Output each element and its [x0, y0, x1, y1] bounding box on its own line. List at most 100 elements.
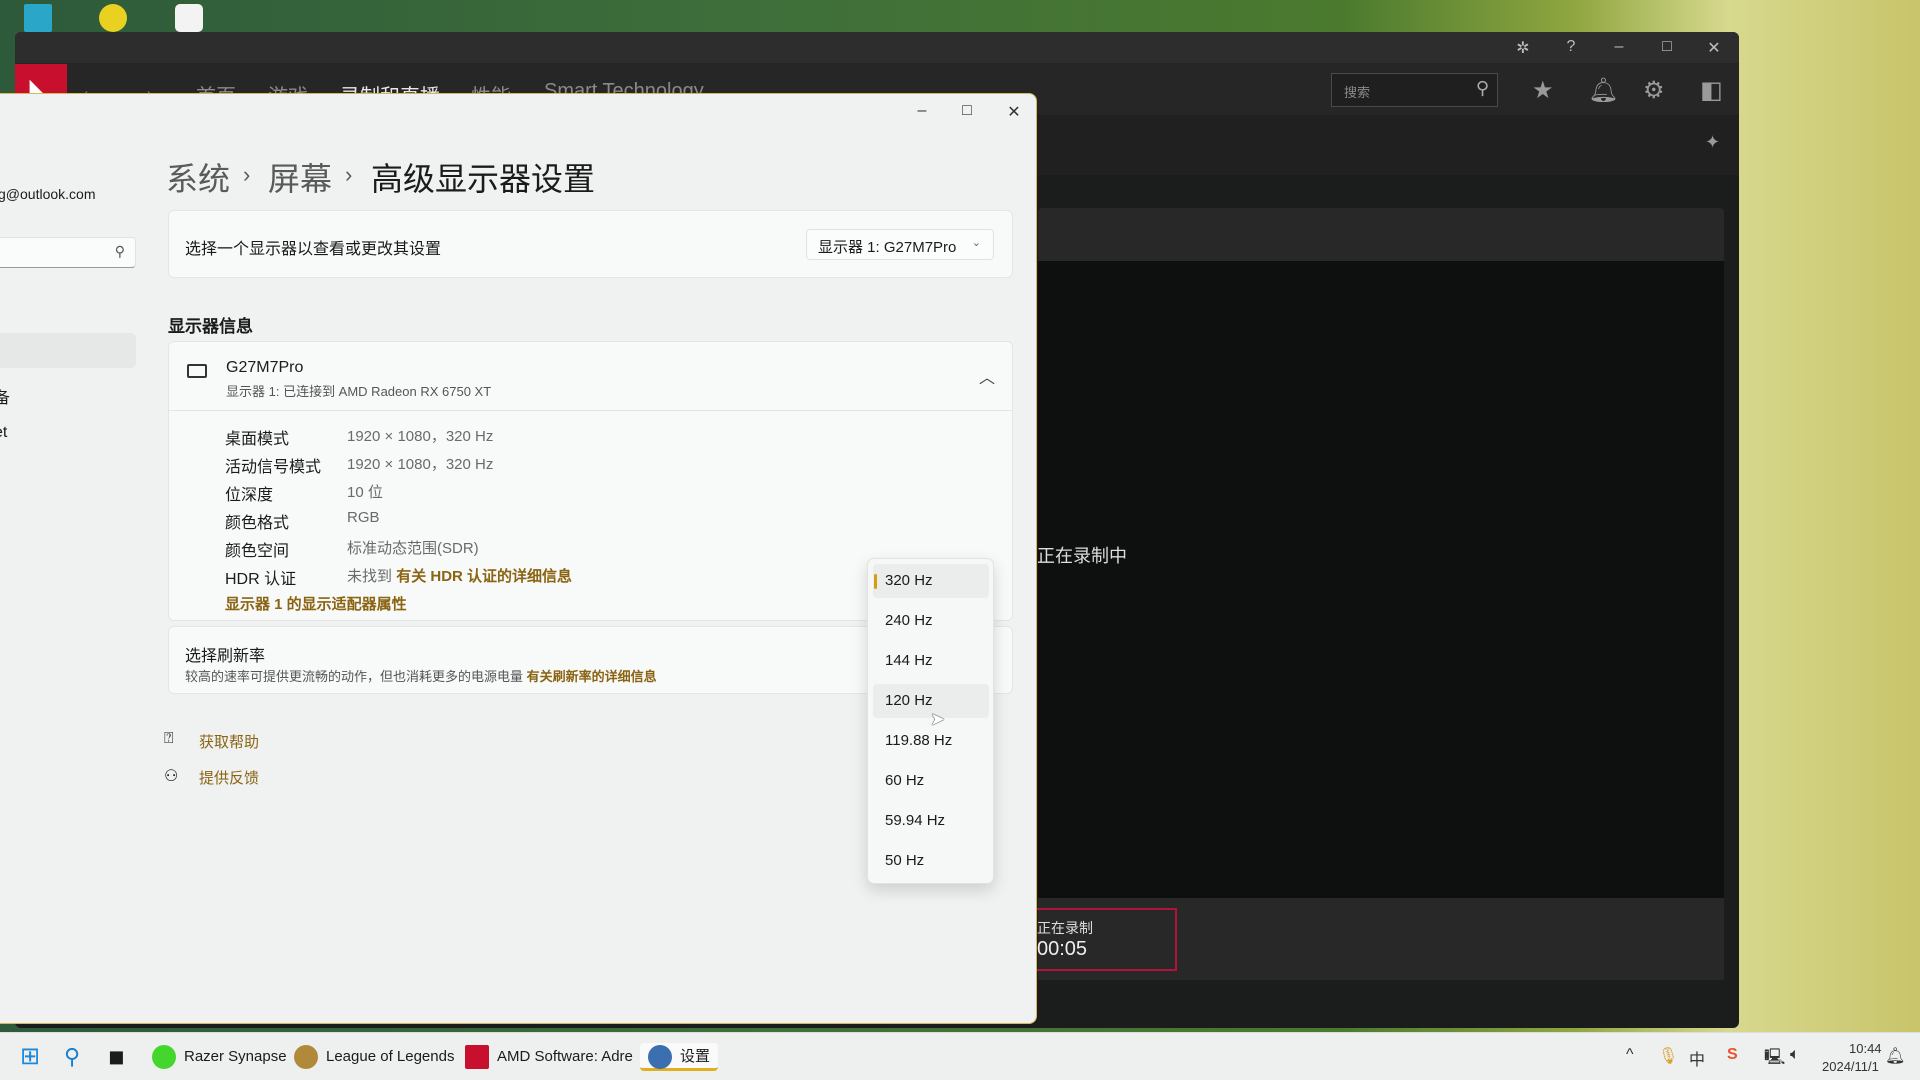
app-label: AMD Software: Adre: [497, 1048, 633, 1065]
refresh-rate-desc-text: 较高的速率可提供更流畅的动作，但也消耗更多的电源电量: [185, 669, 524, 684]
refresh-option[interactable]: 50 Hz: [873, 844, 989, 878]
help-icon[interactable]: ?: [1560, 38, 1582, 56]
breadcrumb-system[interactable]: 系统: [166, 154, 230, 200]
network-icon[interactable]: 🖳: [1764, 1046, 1785, 1073]
refresh-rate-details-link[interactable]: 有关刷新率的详细信息: [527, 669, 657, 684]
league-icon: [294, 1045, 318, 1070]
feedback-link[interactable]: 提供反馈: [199, 767, 259, 788]
pin-icon[interactable]: ✦: [1705, 132, 1720, 153]
info-value: 标准动态范围(SDR): [347, 540, 479, 557]
recording-label: 正在录制: [1037, 920, 1093, 936]
feedback-icon: ⚇: [164, 768, 179, 785]
settings-gear-icon: [648, 1045, 672, 1070]
volume-icon[interactable]: 🔈︎: [1790, 1046, 1800, 1064]
close-icon[interactable]: ✕: [1703, 38, 1725, 58]
chevron-up-icon[interactable]: ︿: [979, 364, 995, 388]
maximize-icon[interactable]: □: [1656, 38, 1678, 56]
recording-status: 正在录制中: [1037, 546, 1127, 566]
account-email: g@outlook.com: [0, 186, 96, 202]
info-value: 1920 × 1080，320 Hz: [347, 428, 494, 445]
clock-time[interactable]: 10:44: [1849, 1041, 1882, 1056]
info-label: 位深度: [225, 487, 274, 504]
app-label: 设置: [680, 1048, 711, 1065]
recording-time: 00:05: [1037, 938, 1088, 960]
close-icon[interactable]: ✕: [999, 102, 1029, 122]
app-label: Razer Synapse: [184, 1048, 287, 1065]
preview-header: [1038, 208, 1724, 261]
refresh-rate-title: 选择刷新率: [185, 648, 266, 665]
taskbar-app-lol[interactable]: League of Legends: [294, 1043, 454, 1071]
info-value: RGB: [347, 509, 380, 526]
search-placeholder: 搜索: [1344, 85, 1371, 100]
section-heading: 显示器信息: [168, 317, 253, 336]
amd-search-input[interactable]: 搜索 ⚲: [1331, 73, 1498, 107]
info-value: 10 位: [347, 484, 383, 501]
monitor-name: G27M7Pro: [226, 359, 304, 376]
adapter-properties-link[interactable]: 显示器 1 的显示适配器属性: [225, 593, 407, 614]
mouse-cursor-icon: ➤: [930, 709, 946, 729]
refresh-option[interactable]: 60 Hz: [873, 764, 989, 798]
info-value: 未找到 有关 HDR 认证的详细信息: [347, 565, 572, 586]
recording-preview: [1038, 261, 1724, 898]
get-help-link[interactable]: 获取帮助: [199, 731, 259, 752]
maximize-icon[interactable]: □: [952, 102, 982, 120]
monitor-icon: [187, 364, 207, 378]
sidebar-item-selected[interactable]: [0, 333, 136, 368]
taskbar-app-amd[interactable]: AMD Software: Adre: [465, 1043, 633, 1071]
razer-icon: [152, 1045, 176, 1070]
clock-date[interactable]: 2024/11/1: [1822, 1059, 1879, 1074]
desktop-icon-360[interactable]: [99, 4, 127, 32]
gear-icon[interactable]: ⚙: [1643, 76, 1665, 105]
sidebar-item[interactable]: et: [0, 424, 7, 442]
ime-indicator[interactable]: 中: [1689, 1046, 1705, 1070]
taskbar-app-settings[interactable]: 设置: [640, 1043, 719, 1071]
refresh-option[interactable]: 320 Hz: [873, 564, 989, 598]
start-icon[interactable]: ⊞: [20, 1043, 40, 1071]
refresh-option[interactable]: 240 Hz: [873, 604, 989, 638]
sogou-icon[interactable]: S: [1727, 1046, 1738, 1064]
bell-icon[interactable]: 🔔︎: [1588, 76, 1618, 105]
panel-icon[interactable]: ◧: [1700, 76, 1723, 105]
refresh-option[interactable]: 144 Hz: [873, 644, 989, 678]
hdr-details-link[interactable]: 有关 HDR 认证的详细信息: [396, 568, 572, 585]
hdr-status: 未找到: [347, 568, 393, 585]
minimize-icon[interactable]: –: [907, 102, 937, 120]
refresh-option[interactable]: 59.94 Hz: [873, 804, 989, 838]
breadcrumb-separator: ›: [243, 162, 251, 187]
info-label: HDR 认证: [225, 571, 297, 588]
info-label: 活动信号模式: [225, 459, 322, 476]
info-label: 颜色空间: [225, 543, 290, 560]
info-value: 1920 × 1080，320 Hz: [347, 456, 494, 473]
amd-titlebar: ✲ ? – □ ✕: [15, 32, 1739, 63]
breadcrumb-separator: ›: [345, 162, 353, 187]
select-display-label: 选择一个显示器以查看或更改其设置: [185, 241, 442, 258]
amd-icon: [465, 1045, 489, 1070]
help-icon: ⍰: [164, 730, 174, 747]
page-title: 高级显示器设置: [371, 161, 596, 197]
chevron-up-icon[interactable]: ^: [1626, 1046, 1634, 1064]
info-label: 颜色格式: [225, 515, 290, 532]
app-label: League of Legends: [326, 1048, 455, 1065]
search-icon[interactable]: ⚲: [1476, 78, 1489, 99]
desktop-icon-app[interactable]: [24, 4, 52, 32]
settings-search-input[interactable]: ⚲: [0, 237, 136, 268]
taskbar-app-razer[interactable]: Razer Synapse: [152, 1043, 287, 1071]
search-icon[interactable]: ⚲: [64, 1043, 80, 1071]
search-icon[interactable]: ⚲: [115, 243, 125, 260]
display-select-dropdown[interactable]: 显示器 1: G27M7Pro ⌄: [806, 229, 994, 260]
breadcrumb-display[interactable]: 屏幕: [268, 154, 332, 200]
minimize-icon[interactable]: –: [1608, 38, 1630, 56]
display-select-value: 显示器 1: G27M7Pro: [818, 239, 957, 256]
microphone-icon[interactable]: 🎙︎: [1658, 1046, 1678, 1066]
task-view-icon[interactable]: ◼: [108, 1043, 125, 1071]
notification-bell-icon[interactable]: 🔔︎: [1885, 1046, 1905, 1066]
info-label: 桌面模式: [225, 431, 290, 448]
taskbar: ⊞ ⚲ ◼ Razer Synapse League of Legends AM…: [0, 1032, 1920, 1080]
refresh-rate-desc: 较高的速率可提供更流畅的动作，但也消耗更多的电源电量 有关刷新率的详细信息: [185, 666, 657, 685]
bug-report-icon[interactable]: ✲: [1512, 38, 1534, 58]
chevron-down-icon: ⌄: [971, 237, 981, 249]
desktop-icon-qq[interactable]: [175, 4, 203, 32]
monitor-subtitle: 显示器 1: 已连接到 AMD Radeon RX 6750 XT: [226, 384, 492, 399]
star-icon[interactable]: ★: [1532, 76, 1554, 105]
sidebar-item[interactable]: 备: [0, 384, 10, 408]
